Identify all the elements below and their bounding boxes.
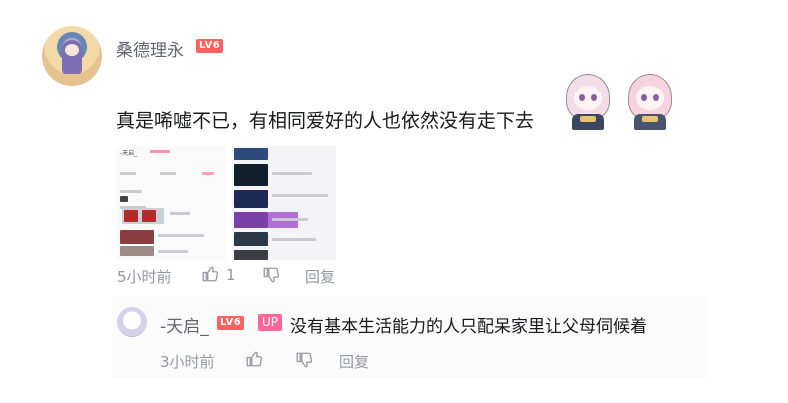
image-1-title: -天启_ [120,150,138,157]
comment-image-1[interactable]: -天启_ [116,146,226,260]
level-badge: LV6 [196,39,224,53]
reply-text: 没有基本生活能力的人只配呆家里让父母伺候着 [290,317,647,337]
avatar-face [65,44,79,56]
image-2-item-1 [272,172,312,175]
reply-user-avatar[interactable] [117,307,147,337]
reply-level-badge: LV6 [217,316,245,330]
up-badge: UP [258,314,283,331]
reply-time: 3小时前 [160,353,215,371]
thumbs-down-icon[interactable] [295,351,313,369]
reply-reply-button[interactable]: 回复 [339,351,369,372]
thumbs-up-icon[interactable] [245,350,263,368]
thumbs-down-icon[interactable] [262,266,280,284]
sticker-emoji [560,70,616,132]
thumbs-up-icon[interactable] [201,265,219,283]
comment-image-2[interactable] [232,146,336,260]
reply-username[interactable]: -天启_ [160,312,209,337]
user-avatar[interactable] [42,26,102,86]
comment-text: 真是唏嘘不已，有相同爱好的人也依然没有走下去 [116,110,535,132]
comment-time: 5小时前 [117,268,172,286]
reply-button[interactable]: 回复 [305,266,335,287]
sticker-emoji [622,70,678,132]
comment-username[interactable]: 桑德理永 [116,36,184,61]
like-count: 1 [226,266,236,284]
